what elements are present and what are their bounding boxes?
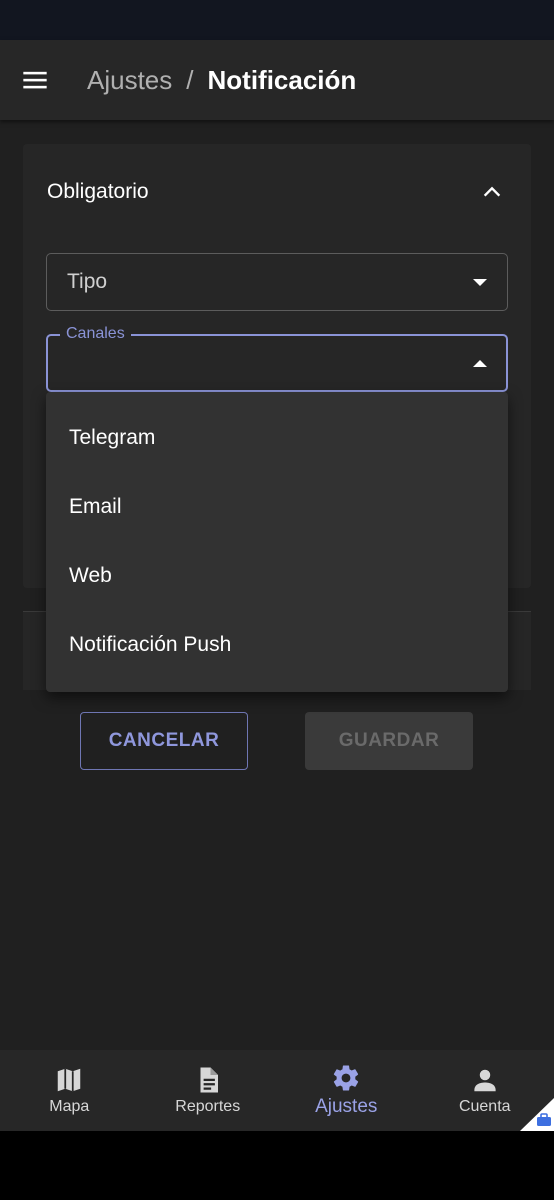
breadcrumb-parent[interactable]: Ajustes [87,65,172,96]
menu-button[interactable] [0,40,70,120]
breadcrumb: Ajustes / Notificación [87,65,356,96]
person-icon [474,1069,496,1092]
bottom-navigation: Mapa Reportes Ajustes Cuenta [0,1050,554,1131]
caret-down-icon [473,278,487,286]
dropdown-option-telegram[interactable]: Telegram [46,403,508,472]
canales-select[interactable]: Canales [46,325,508,392]
dropdown-option-web[interactable]: Web [46,541,508,610]
gear-icon [334,1065,359,1091]
dropdown-option-email[interactable]: Email [46,472,508,541]
briefcase-badge-icon [520,1098,554,1131]
nav-item-ajustes[interactable]: Ajustes [277,1050,416,1131]
canales-label: Canales [60,325,131,343]
document-icon [200,1067,218,1093]
cancel-button[interactable]: CANCELAR [80,712,248,770]
page-title: Notificación [207,64,357,95]
nav-label: Mapa [49,1098,90,1115]
map-icon [58,1068,81,1092]
nav-label: Reportes [175,1098,241,1115]
hamburger-icon [23,71,47,89]
app-bar: Ajustes / Notificación [0,40,554,120]
tipo-select-placeholder: Tipo [67,270,108,293]
action-buttons: CANCELAR GUARDAR [0,712,554,770]
nav-item-reportes[interactable]: Reportes [139,1050,278,1131]
tipo-select[interactable]: Tipo [46,253,508,311]
save-button[interactable]: GUARDAR [305,712,473,770]
dropdown-option-push[interactable]: Notificación Push [46,610,508,679]
accordion-title: Obligatorio [47,180,149,203]
nav-label: Cuenta [458,1098,511,1115]
system-nav-area [0,1131,554,1200]
chevron-up-icon[interactable] [477,177,507,207]
accordion-header[interactable]: Obligatorio [23,144,531,240]
caret-up-icon [473,360,487,367]
breadcrumb-separator: / [186,64,194,95]
canales-dropdown-menu: Telegram Email Web Notificación Push [46,392,508,692]
nav-item-mapa[interactable]: Mapa [0,1050,139,1131]
status-bar [0,0,554,40]
nav-label: Ajustes [315,1096,378,1117]
